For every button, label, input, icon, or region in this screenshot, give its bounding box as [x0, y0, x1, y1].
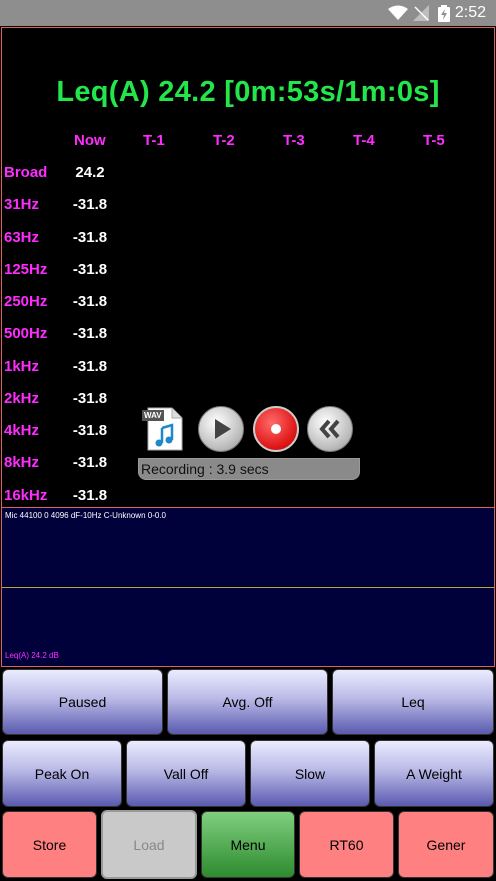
slow-button[interactable]: Slow [250, 740, 370, 807]
record-icon [271, 424, 281, 434]
row-label-broad: Broad [4, 164, 48, 181]
play-icon [215, 419, 231, 439]
col-header-t4: T-4 [353, 132, 375, 149]
vall-off-button[interactable]: Vall Off [126, 740, 246, 807]
no-signal-icon [413, 5, 429, 21]
gener-button[interactable]: Gener [398, 811, 494, 878]
row-value-125hz: -31.8 [72, 261, 108, 278]
row-label-125hz: 125Hz [4, 261, 48, 278]
menu-button[interactable]: Menu [201, 811, 295, 878]
row-value-8khz: -31.8 [72, 454, 108, 471]
row-label-250hz: 250Hz [4, 293, 48, 310]
row-label-500hz: 500Hz [4, 325, 48, 342]
row-value-2khz: -31.8 [72, 390, 108, 407]
battery-charging-icon [438, 5, 450, 22]
row-label-4khz: 4kHz [4, 422, 40, 439]
row-value-31hz: -31.8 [72, 196, 108, 213]
row-label-2khz: 2kHz [4, 390, 40, 407]
row-value-broad: 24.2 [75, 164, 105, 181]
wifi-icon [388, 5, 408, 20]
col-header-t5: T-5 [423, 132, 445, 149]
paused-button[interactable]: Paused [2, 669, 163, 735]
row-value-16khz: -31.8 [72, 487, 108, 504]
avg-off-button[interactable]: Avg. Off [167, 669, 328, 735]
recording-status: Recording : 3.9 secs [138, 458, 360, 480]
col-header-t2: T-2 [213, 132, 235, 149]
record-button[interactable] [253, 406, 299, 452]
row-label-63hz: 63Hz [4, 229, 40, 246]
clock: 2:52 [454, 4, 486, 21]
mic-info-text: Mic 44100 0 4096 dF-10Hz C-Unknown 0-0.0 [5, 511, 166, 520]
load-button[interactable]: Load [101, 810, 197, 879]
leq-title: Leq(A) 24.2 [0m:53s/1m:0s] [56, 76, 440, 108]
leq-button[interactable]: Leq [332, 669, 494, 735]
row-label-8khz: 8kHz [4, 454, 40, 471]
row-value-500hz: -31.8 [72, 325, 108, 342]
col-header-t1: T-1 [143, 132, 165, 149]
rewind-button[interactable] [307, 406, 353, 452]
spectrum-table-panel: Leq(A) 24.2 [0m:53s/1m:0s] Now T-1 T-2 T… [1, 27, 495, 508]
rewind-icon [319, 419, 340, 439]
row-label-1khz: 1kHz [4, 358, 40, 375]
spectrum-plot[interactable]: Mic 44100 0 4096 dF-10Hz C-Unknown 0-0.0… [1, 507, 495, 667]
wav-label: WAV [144, 411, 162, 420]
plot-level-line [2, 587, 494, 588]
wav-file-button[interactable]: WAV [142, 406, 184, 452]
row-value-4khz: -31.8 [72, 422, 108, 439]
row-value-63hz: -31.8 [72, 229, 108, 246]
rt60-button[interactable]: RT60 [299, 811, 394, 878]
row-label-31hz: 31Hz [4, 196, 40, 213]
row-value-250hz: -31.8 [72, 293, 108, 310]
a-weight-button[interactable]: A Weight [374, 740, 494, 807]
play-button[interactable] [198, 406, 244, 452]
col-header-now: Now [74, 132, 106, 149]
plot-leq-text: Leq(A) 24.2 dB [5, 651, 59, 660]
row-value-1khz: -31.8 [72, 358, 108, 375]
status-bar: 2:52 [0, 0, 496, 26]
col-header-t3: T-3 [283, 132, 305, 149]
recording-status-text: Recording : 3.9 secs [141, 461, 269, 477]
peak-on-button[interactable]: Peak On [2, 740, 122, 807]
store-button[interactable]: Store [2, 811, 97, 878]
row-label-16khz: 16kHz [4, 487, 48, 504]
